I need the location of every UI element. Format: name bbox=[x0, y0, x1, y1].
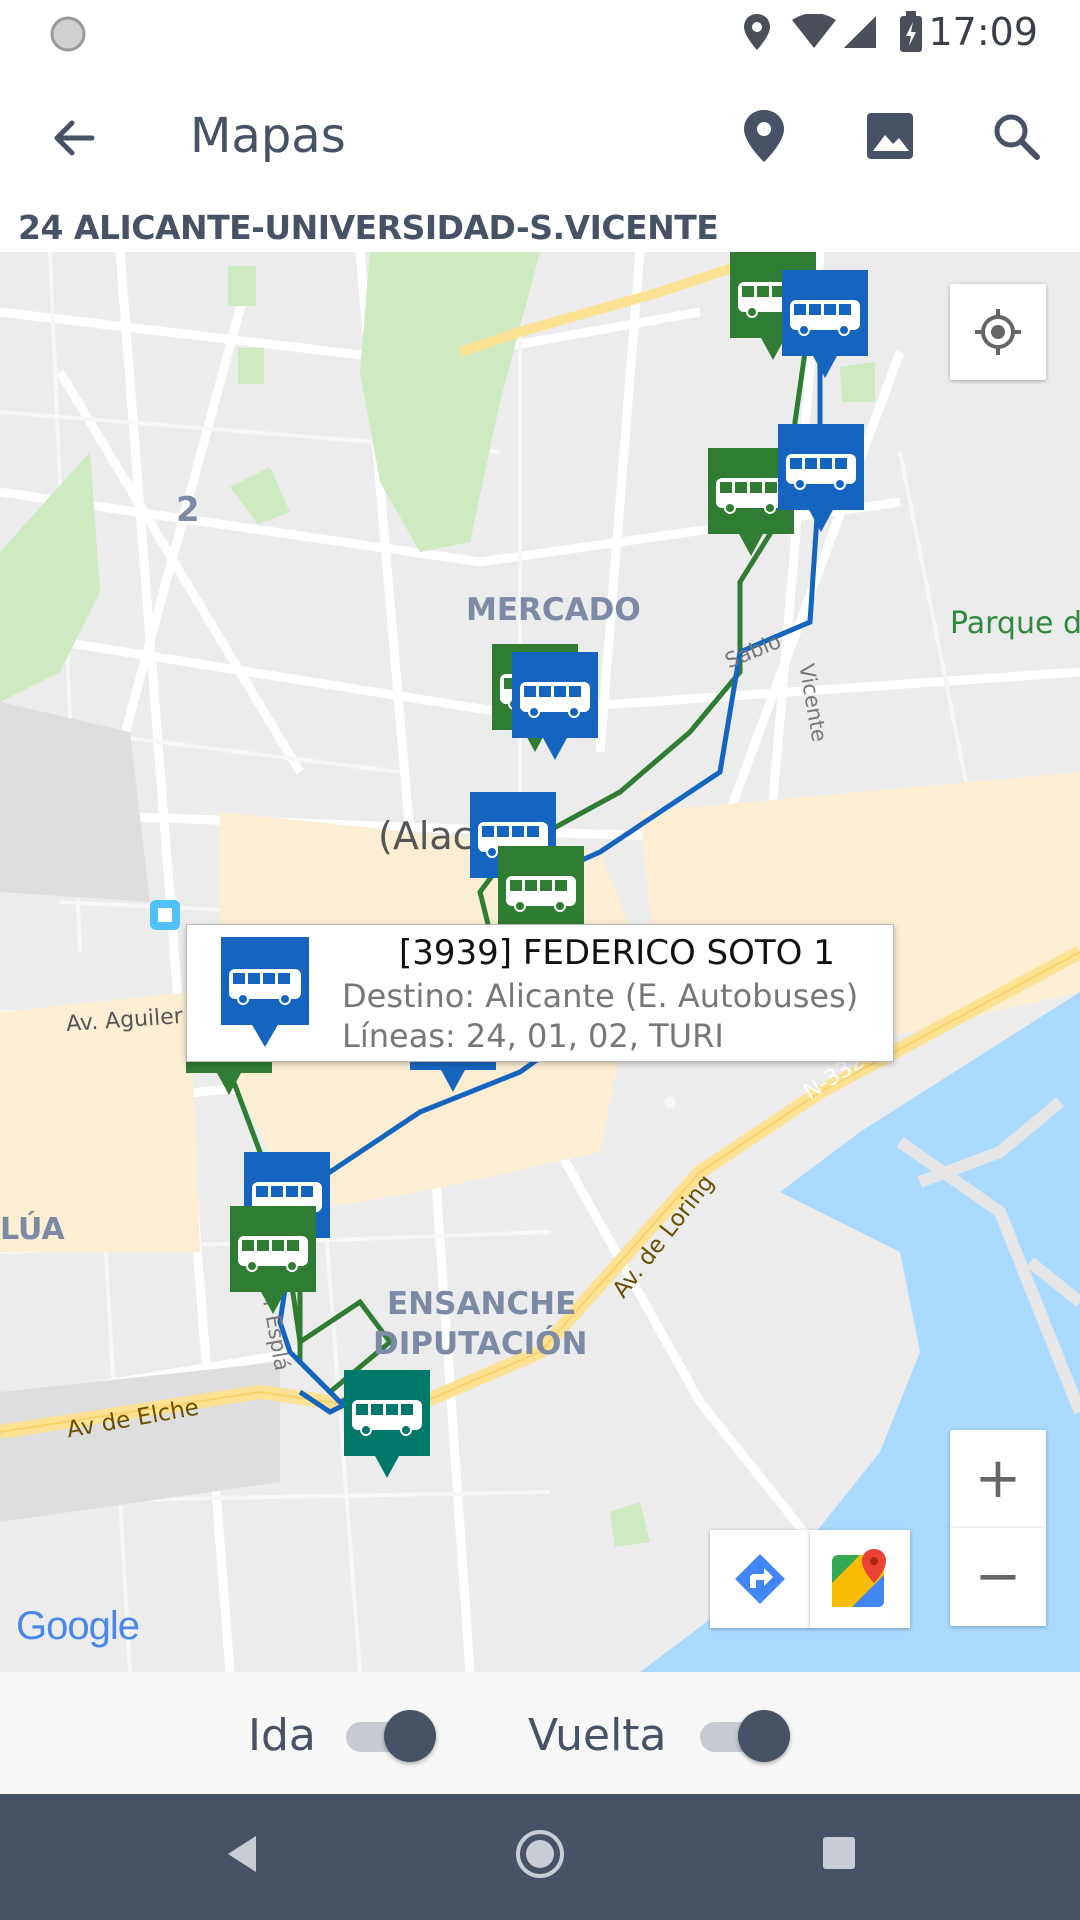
vuelta-switch[interactable] bbox=[700, 1710, 790, 1762]
bus-stop-marker[interactable] bbox=[778, 424, 866, 536]
map-label-lua: LÚA bbox=[0, 1212, 65, 1247]
ida-switch[interactable] bbox=[346, 1710, 436, 1762]
map-view[interactable]: 2 MERCADO Parque d (Alaca Av. Aguiler LÚ… bbox=[0, 252, 1080, 1672]
directions-button[interactable] bbox=[710, 1530, 810, 1628]
bus-stop-marker[interactable] bbox=[782, 270, 870, 382]
map-label-mercado: MERCADO bbox=[466, 592, 641, 628]
sync-icon bbox=[50, 16, 86, 52]
back-button[interactable] bbox=[34, 98, 114, 178]
stop-title: [3939] FEDERICO SOTO 1 bbox=[399, 933, 835, 973]
status-bar: 17:09 bbox=[0, 0, 1080, 64]
stop-lineas: Líneas: 24, 01, 02, TURI bbox=[342, 1017, 724, 1055]
search-icon bbox=[994, 114, 1040, 160]
direction-toggles: Ida Vuelta bbox=[0, 1672, 1080, 1794]
back-triangle-icon[interactable] bbox=[222, 1832, 262, 1876]
bus-stop-marker[interactable] bbox=[512, 652, 600, 764]
google-maps-button[interactable] bbox=[810, 1530, 910, 1628]
google-maps-icon bbox=[832, 1549, 886, 1607]
system-nav-bar bbox=[0, 1794, 1080, 1920]
app-bar: Mapas bbox=[0, 64, 1080, 214]
my-location-button[interactable] bbox=[950, 284, 1046, 380]
map-label-diputacion: DIPUTACIÓN bbox=[373, 1326, 588, 1362]
ida-switch-thumb bbox=[384, 1710, 436, 1762]
bus-stop-marker[interactable] bbox=[230, 1206, 318, 1318]
wifi-icon bbox=[792, 14, 836, 48]
vuelta-label: Vuelta bbox=[528, 1710, 667, 1761]
battery-icon bbox=[900, 11, 922, 52]
map-marker-button[interactable] bbox=[724, 96, 804, 176]
stop-info-window[interactable]: [3939] FEDERICO SOTO 1 Destino: Alicante… bbox=[186, 924, 894, 1062]
signal-icon bbox=[844, 16, 876, 48]
bus-stop-marker-icon bbox=[221, 937, 309, 1047]
arrow-back-icon bbox=[54, 120, 95, 156]
status-time: 17:09 bbox=[928, 10, 1038, 54]
map-label-parque: Parque d bbox=[950, 606, 1080, 641]
vuelta-switch-thumb bbox=[738, 1710, 790, 1762]
location-status-icon bbox=[744, 14, 770, 50]
stop-destino: Destino: Alicante (E. Autobuses) bbox=[342, 977, 859, 1015]
home-circle-icon[interactable] bbox=[514, 1828, 566, 1880]
zoom-out-label: − bbox=[974, 1544, 1022, 1609]
map-label-2: 2 bbox=[176, 490, 200, 530]
search-button[interactable] bbox=[976, 96, 1056, 176]
my-location-icon bbox=[975, 309, 1021, 355]
bus-stop-marker[interactable] bbox=[344, 1370, 432, 1482]
route-name: 24 ALICANTE-UNIVERSIDAD-S.VICENTE bbox=[18, 208, 719, 247]
directions-icon bbox=[735, 1554, 785, 1604]
zoom-in-button[interactable]: + bbox=[950, 1430, 1046, 1528]
zoom-out-button[interactable]: − bbox=[950, 1528, 1046, 1626]
page-title: Mapas bbox=[190, 108, 346, 164]
image-icon bbox=[867, 113, 913, 159]
map-label-ensanche: ENSANCHE bbox=[387, 1286, 577, 1322]
location-pin-icon bbox=[744, 110, 784, 162]
ida-label: Ida bbox=[248, 1710, 316, 1761]
recents-square-icon[interactable] bbox=[820, 1834, 858, 1872]
zoom-in-label: + bbox=[974, 1446, 1022, 1511]
image-button[interactable] bbox=[850, 96, 930, 176]
google-logo: Google bbox=[16, 1604, 140, 1648]
